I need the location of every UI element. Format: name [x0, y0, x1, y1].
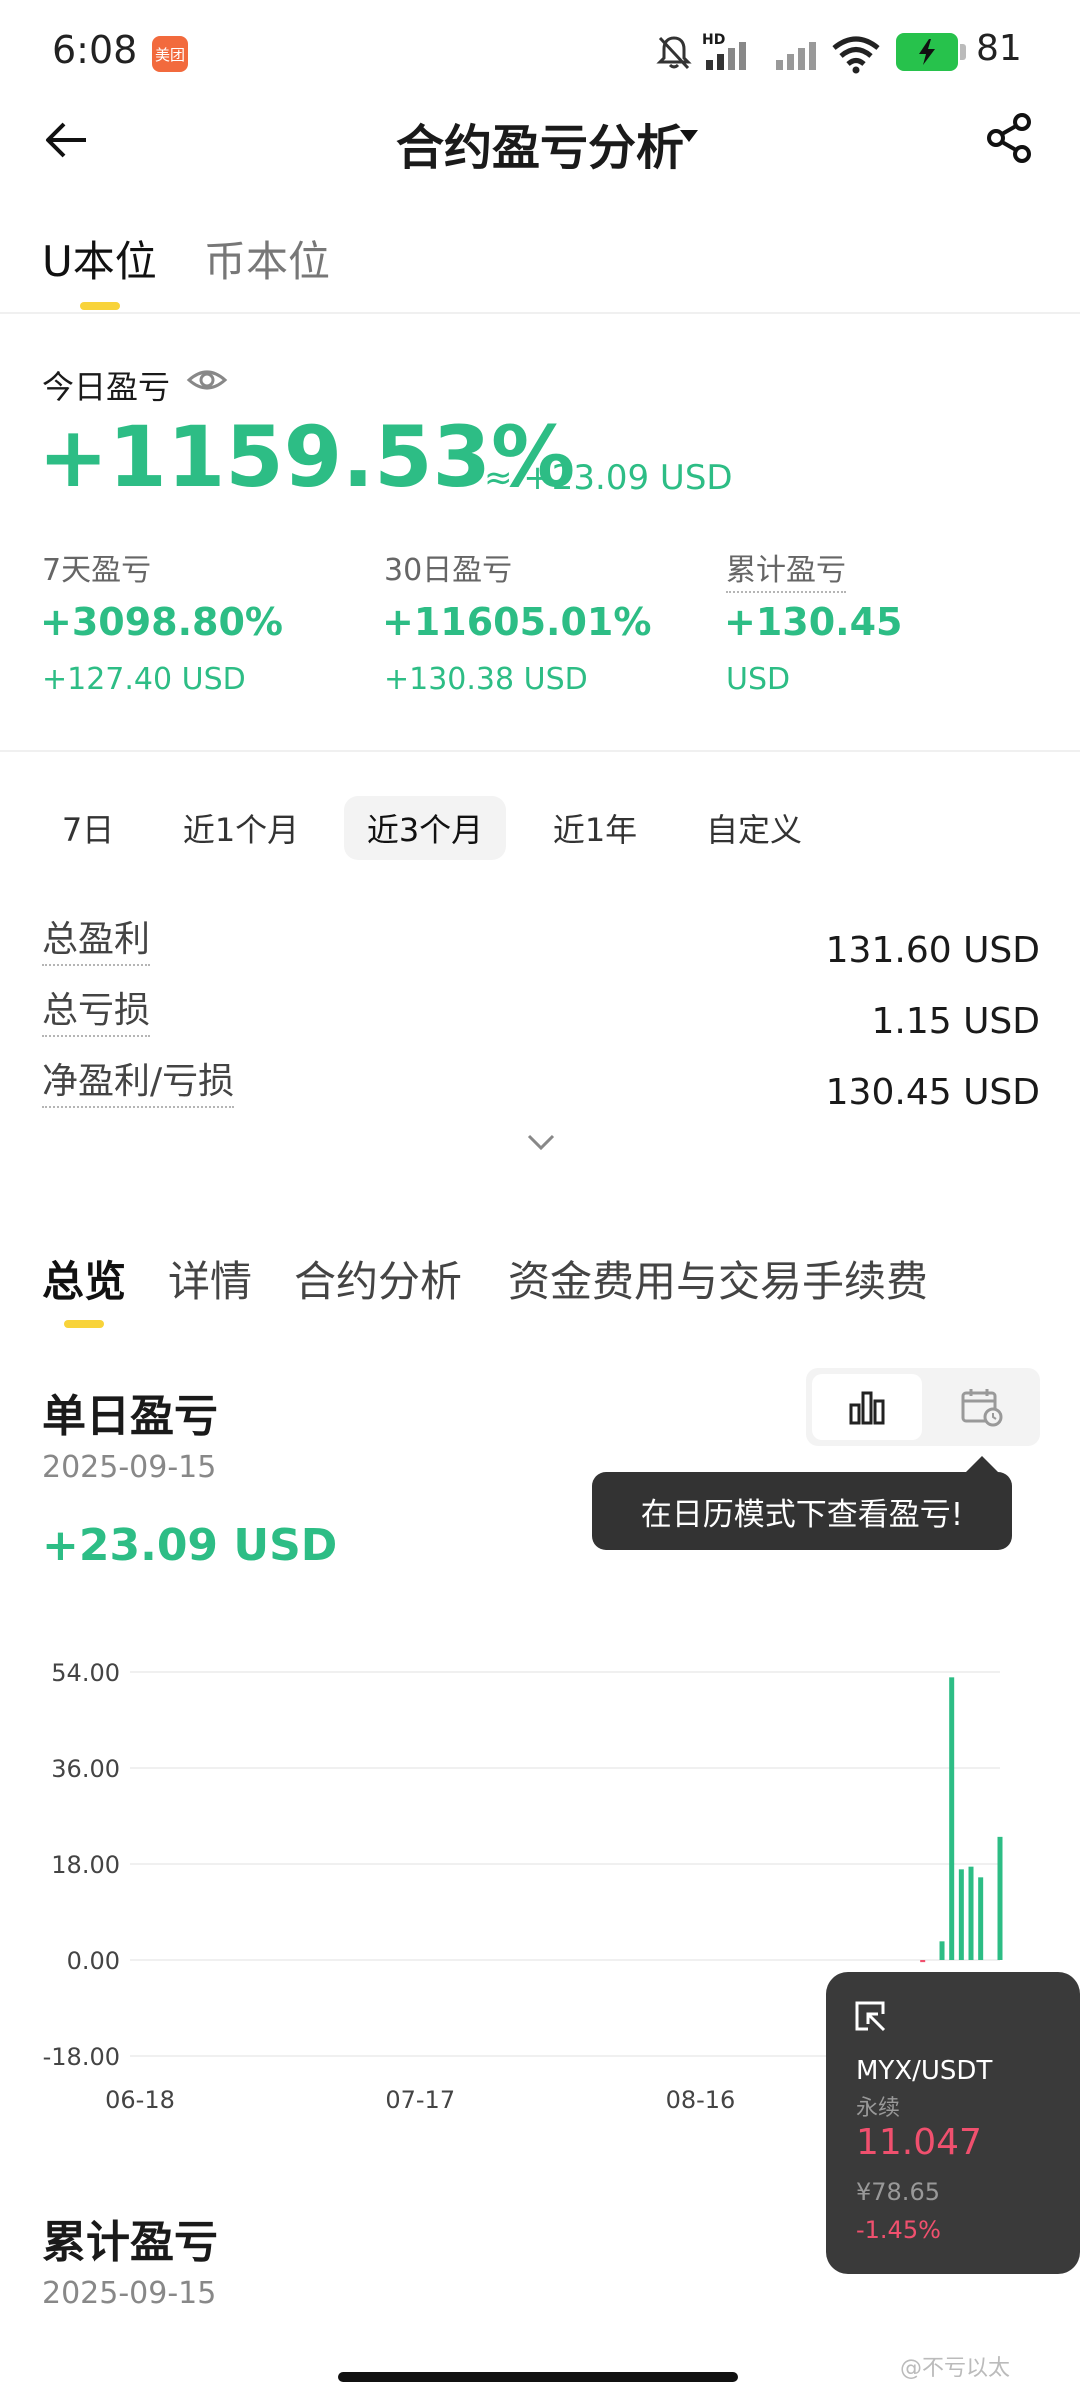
signal-icon-sim1	[706, 42, 746, 70]
ticker-cny-price: ¥78.65	[856, 2178, 940, 2206]
eye-icon[interactable]	[186, 362, 228, 398]
app-notification-icon: 美团	[152, 36, 188, 72]
ticker-price: 11.047	[856, 2122, 982, 2163]
calendar-clock-icon	[961, 1389, 1003, 1427]
x-tick-label: 06-18	[105, 2086, 175, 2114]
cumulative-pnl-title: 累计盈亏	[42, 2217, 218, 2268]
tab-details[interactable]: 详情	[168, 1248, 252, 1309]
today-pnl-usd: ≈ +23.09 USD	[484, 458, 733, 498]
ticker-pair: MYX/USDT	[856, 2056, 993, 2086]
pnl-bar	[920, 1960, 926, 1963]
tab-contract-analysis[interactable]: 合约分析	[294, 1248, 462, 1309]
tab-coin-margin[interactable]: 币本位	[204, 228, 330, 289]
watermark: @不亏以太	[900, 2356, 1011, 2381]
stat-7d-percent: +3098.80%	[40, 600, 283, 644]
battery-icon	[896, 33, 958, 71]
page-title[interactable]: 合约盈亏分析	[0, 108, 1080, 178]
y-tick-label: 36.00	[51, 1755, 120, 1783]
battery-level: 81	[976, 28, 1022, 69]
calendar-hint-tooltip: 在日历模式下查看盈亏!	[592, 1472, 1012, 1550]
cumulative-pnl-date: 2025-09-15	[42, 2276, 217, 2311]
signal-icon-sim2	[776, 42, 816, 70]
total-profit-value: 131.60 USD	[825, 930, 1040, 971]
y-tick-label: 54.00	[51, 1659, 120, 1687]
pnl-bar	[997, 1836, 1003, 1960]
y-tick-label: 0.00	[67, 1947, 120, 1975]
bar-view-button[interactable]	[812, 1374, 922, 1440]
stat-7d-label: 7天盈亏	[42, 553, 152, 588]
daily-pnl-title: 单日盈亏	[42, 1391, 218, 1442]
tab-u-margin[interactable]: U本位	[42, 228, 157, 289]
stat-30d-percent: +11605.01%	[382, 600, 652, 644]
bar-chart-icon	[849, 1391, 885, 1425]
net-pnl-value: 130.45 USD	[825, 1072, 1040, 1113]
chevron-down-icon[interactable]	[526, 1132, 556, 1152]
total-profit-label[interactable]: 总盈利	[42, 910, 151, 966]
floating-ticker-widget[interactable]: MYX/USDT 永续 11.047 ¥78.65 -1.45%	[826, 1972, 1080, 2274]
battery-cap	[960, 44, 966, 60]
range-tab-1m[interactable]: 近1个月	[166, 796, 316, 860]
stat-30d-label: 30日盈亏	[384, 553, 513, 588]
ticker-type: 永续	[856, 2096, 901, 2121]
daily-pnl-date: 2025-09-15	[42, 1450, 217, 1485]
share-icon[interactable]	[984, 112, 1036, 164]
x-tick-label: 08-16	[666, 2086, 736, 2114]
range-tab-1y[interactable]: 近1年	[532, 796, 658, 860]
range-tab-3m[interactable]: 近3个月	[344, 796, 506, 860]
stat-total-label[interactable]: 累计盈亏	[726, 545, 846, 593]
pnl-bar	[978, 1877, 984, 1960]
tooltip-arrow	[966, 1456, 998, 1472]
range-tab-custom[interactable]: 自定义	[686, 796, 822, 860]
stat-total-unit: USD	[726, 662, 791, 697]
range-tab-7d[interactable]: 7日	[42, 796, 134, 860]
pnl-bar	[949, 1677, 955, 1960]
pnl-bar	[958, 1869, 964, 1960]
y-tick-label: -18.00	[43, 2043, 120, 2071]
ticker-change: -1.45%	[856, 2216, 941, 2244]
status-time: 6:08	[52, 28, 138, 72]
active-tab-indicator	[80, 302, 120, 310]
stat-30d-usd: +130.38 USD	[384, 662, 588, 697]
net-pnl-label[interactable]: 净盈利/亏损	[42, 1052, 235, 1108]
divider	[0, 750, 1080, 752]
total-loss-value: 1.15 USD	[871, 1001, 1040, 1042]
total-loss-label[interactable]: 总亏损	[42, 981, 151, 1037]
today-pnl-label: 今日盈亏	[42, 368, 171, 406]
caret-down-icon[interactable]	[680, 130, 698, 142]
stat-7d-usd: +127.40 USD	[42, 662, 246, 697]
pnl-bar	[968, 1866, 974, 1960]
calendar-view-button[interactable]	[930, 1374, 1034, 1440]
daily-pnl-value: +23.09 USD	[42, 1520, 338, 1571]
home-indicator[interactable]	[338, 2372, 738, 2382]
collapse-window-icon[interactable]	[854, 2000, 890, 2036]
wifi-icon	[832, 36, 880, 74]
y-tick-label: 18.00	[51, 1851, 120, 1879]
tab-overview[interactable]: 总览	[42, 1248, 126, 1309]
active-section-indicator	[64, 1320, 104, 1328]
pnl-bar	[939, 1941, 945, 1960]
stat-total-value: +130.45	[724, 600, 903, 644]
x-tick-label: 07-17	[385, 2086, 455, 2114]
bell-muted-icon	[656, 36, 692, 70]
tab-fees[interactable]: 资金费用与交易手续费	[508, 1248, 928, 1309]
divider	[0, 312, 1080, 314]
charging-bolt-icon	[919, 39, 935, 65]
